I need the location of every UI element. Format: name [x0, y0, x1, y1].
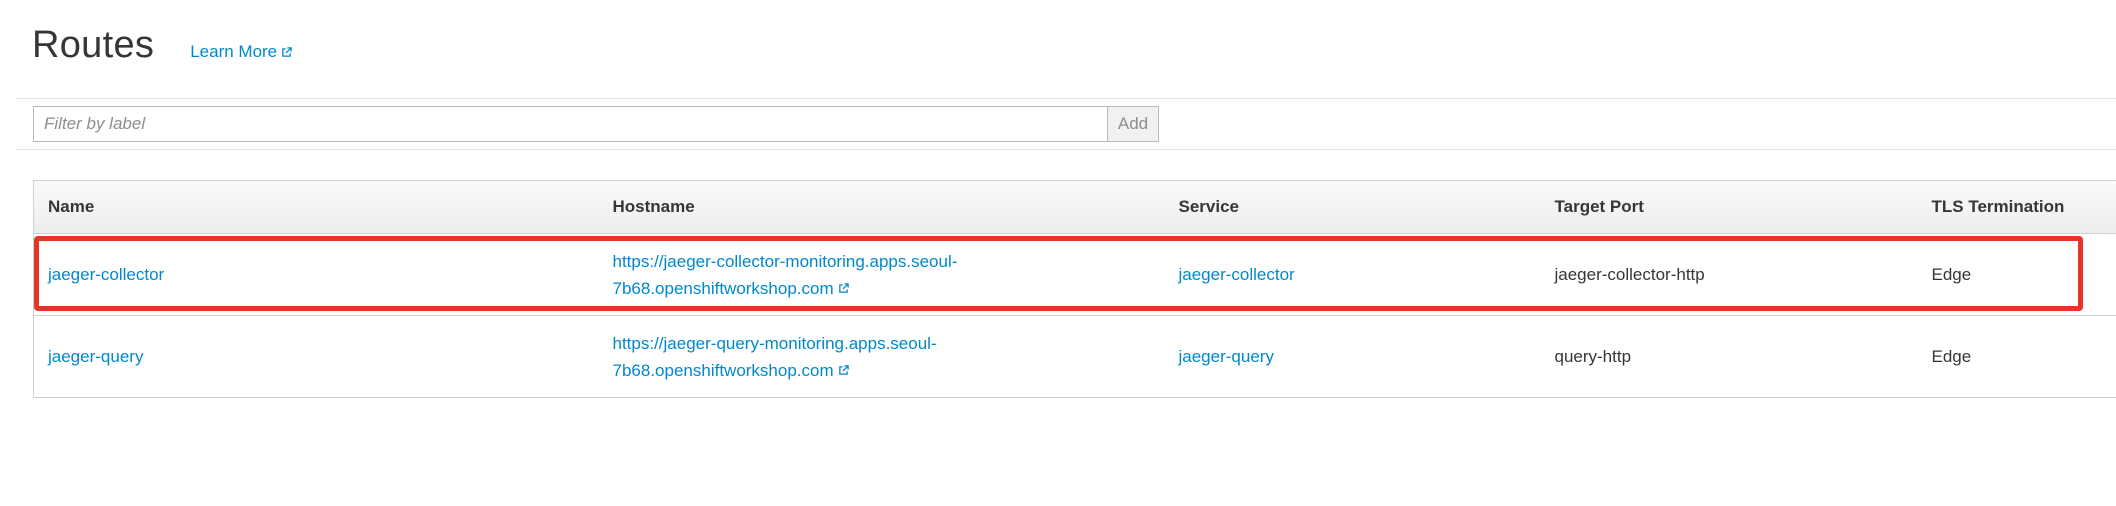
page-title: Routes: [32, 24, 155, 66]
service-cell: jaeger-query: [1164, 315, 1541, 398]
table-row: jaeger-collector https://jaeger-collecto…: [33, 233, 2116, 316]
column-header-service[interactable]: Service: [1164, 180, 1541, 234]
target-port-cell: jaeger-collector-http: [1540, 233, 1918, 316]
column-header-target-port[interactable]: Target Port: [1540, 180, 1918, 234]
filter-by-label-input[interactable]: [33, 106, 1107, 142]
hostname-line-1: https://jaeger-query-monitoring.apps.seo…: [612, 333, 937, 353]
column-header-name[interactable]: Name: [33, 180, 599, 234]
add-filter-button[interactable]: Add: [1107, 106, 1159, 142]
divider: [16, 149, 2116, 150]
external-link-icon: [838, 364, 850, 376]
filter-bar: Add: [33, 106, 1159, 142]
learn-more-link[interactable]: Learn More: [190, 42, 292, 62]
service-link[interactable]: jaeger-query: [1179, 347, 1274, 366]
hostname-link[interactable]: https://jaeger-query-monitoring.apps.seo…: [613, 334, 937, 380]
column-header-tls-termination[interactable]: TLS Termination: [1917, 180, 2116, 234]
route-name-link[interactable]: jaeger-collector: [48, 265, 164, 284]
column-header-hostname[interactable]: Hostname: [598, 180, 1165, 234]
route-name-cell: jaeger-collector: [33, 233, 599, 316]
external-link-icon: [281, 46, 292, 58]
learn-more-label: Learn More: [190, 42, 278, 61]
hostname-line-2: 7b68.openshiftworkshop.com: [612, 360, 834, 380]
target-port-cell: query-http: [1540, 315, 1918, 398]
service-cell: jaeger-collector: [1164, 233, 1541, 316]
external-link-icon: [838, 282, 850, 294]
service-link[interactable]: jaeger-collector: [1179, 265, 1295, 284]
table-row: jaeger-query https://jaeger-query-monito…: [33, 315, 2116, 398]
tls-termination-cell: Edge: [1917, 315, 2116, 398]
hostname-line-1: https://jaeger-collector-monitoring.apps…: [612, 251, 958, 271]
route-name-link[interactable]: jaeger-query: [48, 347, 143, 366]
routes-table: Name Hostname Service Target Port TLS Te…: [33, 180, 2116, 398]
route-name-cell: jaeger-query: [33, 315, 599, 398]
hostname-link[interactable]: https://jaeger-collector-monitoring.apps…: [613, 252, 958, 298]
routes-page: Routes Learn More Add Name Hos: [0, 0, 2116, 506]
table-header-row: Name Hostname Service Target Port TLS Te…: [33, 180, 2116, 234]
tls-termination-cell: Edge: [1917, 233, 2116, 316]
hostname-line-2: 7b68.openshiftworkshop.com: [612, 278, 834, 298]
page-header: Routes Learn More: [32, 24, 292, 67]
divider: [16, 98, 2116, 99]
hostname-cell: https://jaeger-query-monitoring.apps.seo…: [598, 315, 1165, 398]
hostname-cell: https://jaeger-collector-monitoring.apps…: [598, 233, 1165, 316]
